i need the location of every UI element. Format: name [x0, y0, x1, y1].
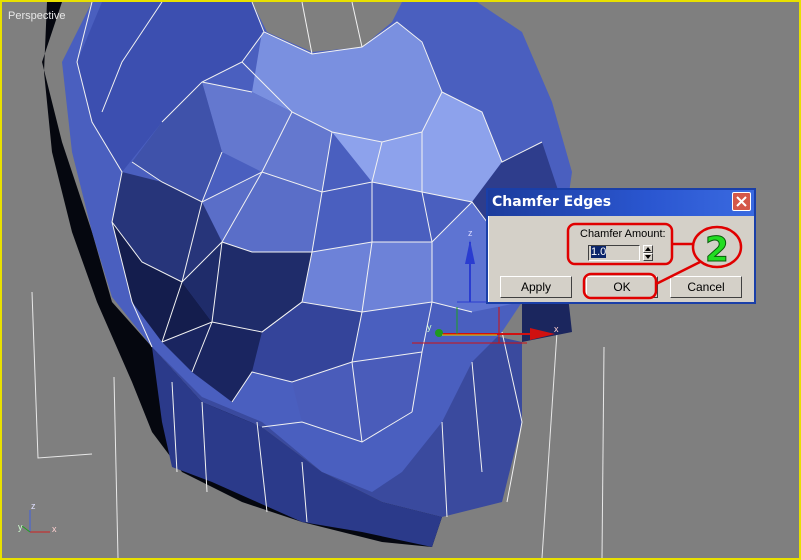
chamfer-amount-input[interactable]: 1.0: [588, 245, 640, 261]
world-y-label: y: [18, 522, 23, 532]
gizmo-x-label: x: [554, 324, 559, 334]
world-z-label: z: [31, 501, 36, 511]
ok-button[interactable]: OK: [586, 276, 658, 298]
apply-button[interactable]: Apply: [500, 276, 572, 298]
chamfer-amount-spinner[interactable]: 1.0: [588, 245, 654, 261]
chamfer-amount-value: 1.0: [591, 246, 607, 258]
close-button[interactable]: [732, 192, 751, 211]
chamfer-edges-dialog: Chamfer Edges Chamfer Amount: 1.0 Apply …: [486, 188, 756, 304]
dialog-title: Chamfer Edges: [492, 194, 612, 210]
gizmo-y-label: y: [427, 322, 432, 332]
spinner-arrows[interactable]: [643, 245, 653, 261]
close-x-icon: [736, 196, 747, 207]
world-x-label: x: [52, 524, 57, 534]
cancel-button[interactable]: Cancel: [670, 276, 742, 298]
world-axis-icon: [21, 510, 50, 533]
spinner-down-icon[interactable]: [643, 253, 653, 261]
dialog-titlebar[interactable]: Chamfer Edges: [488, 190, 754, 216]
gizmo-z-label: z: [468, 228, 473, 238]
chamfer-amount-label: Chamfer Amount:: [580, 228, 666, 240]
spinner-up-icon[interactable]: [643, 245, 653, 253]
viewport-label[interactable]: Perspective: [8, 10, 65, 22]
